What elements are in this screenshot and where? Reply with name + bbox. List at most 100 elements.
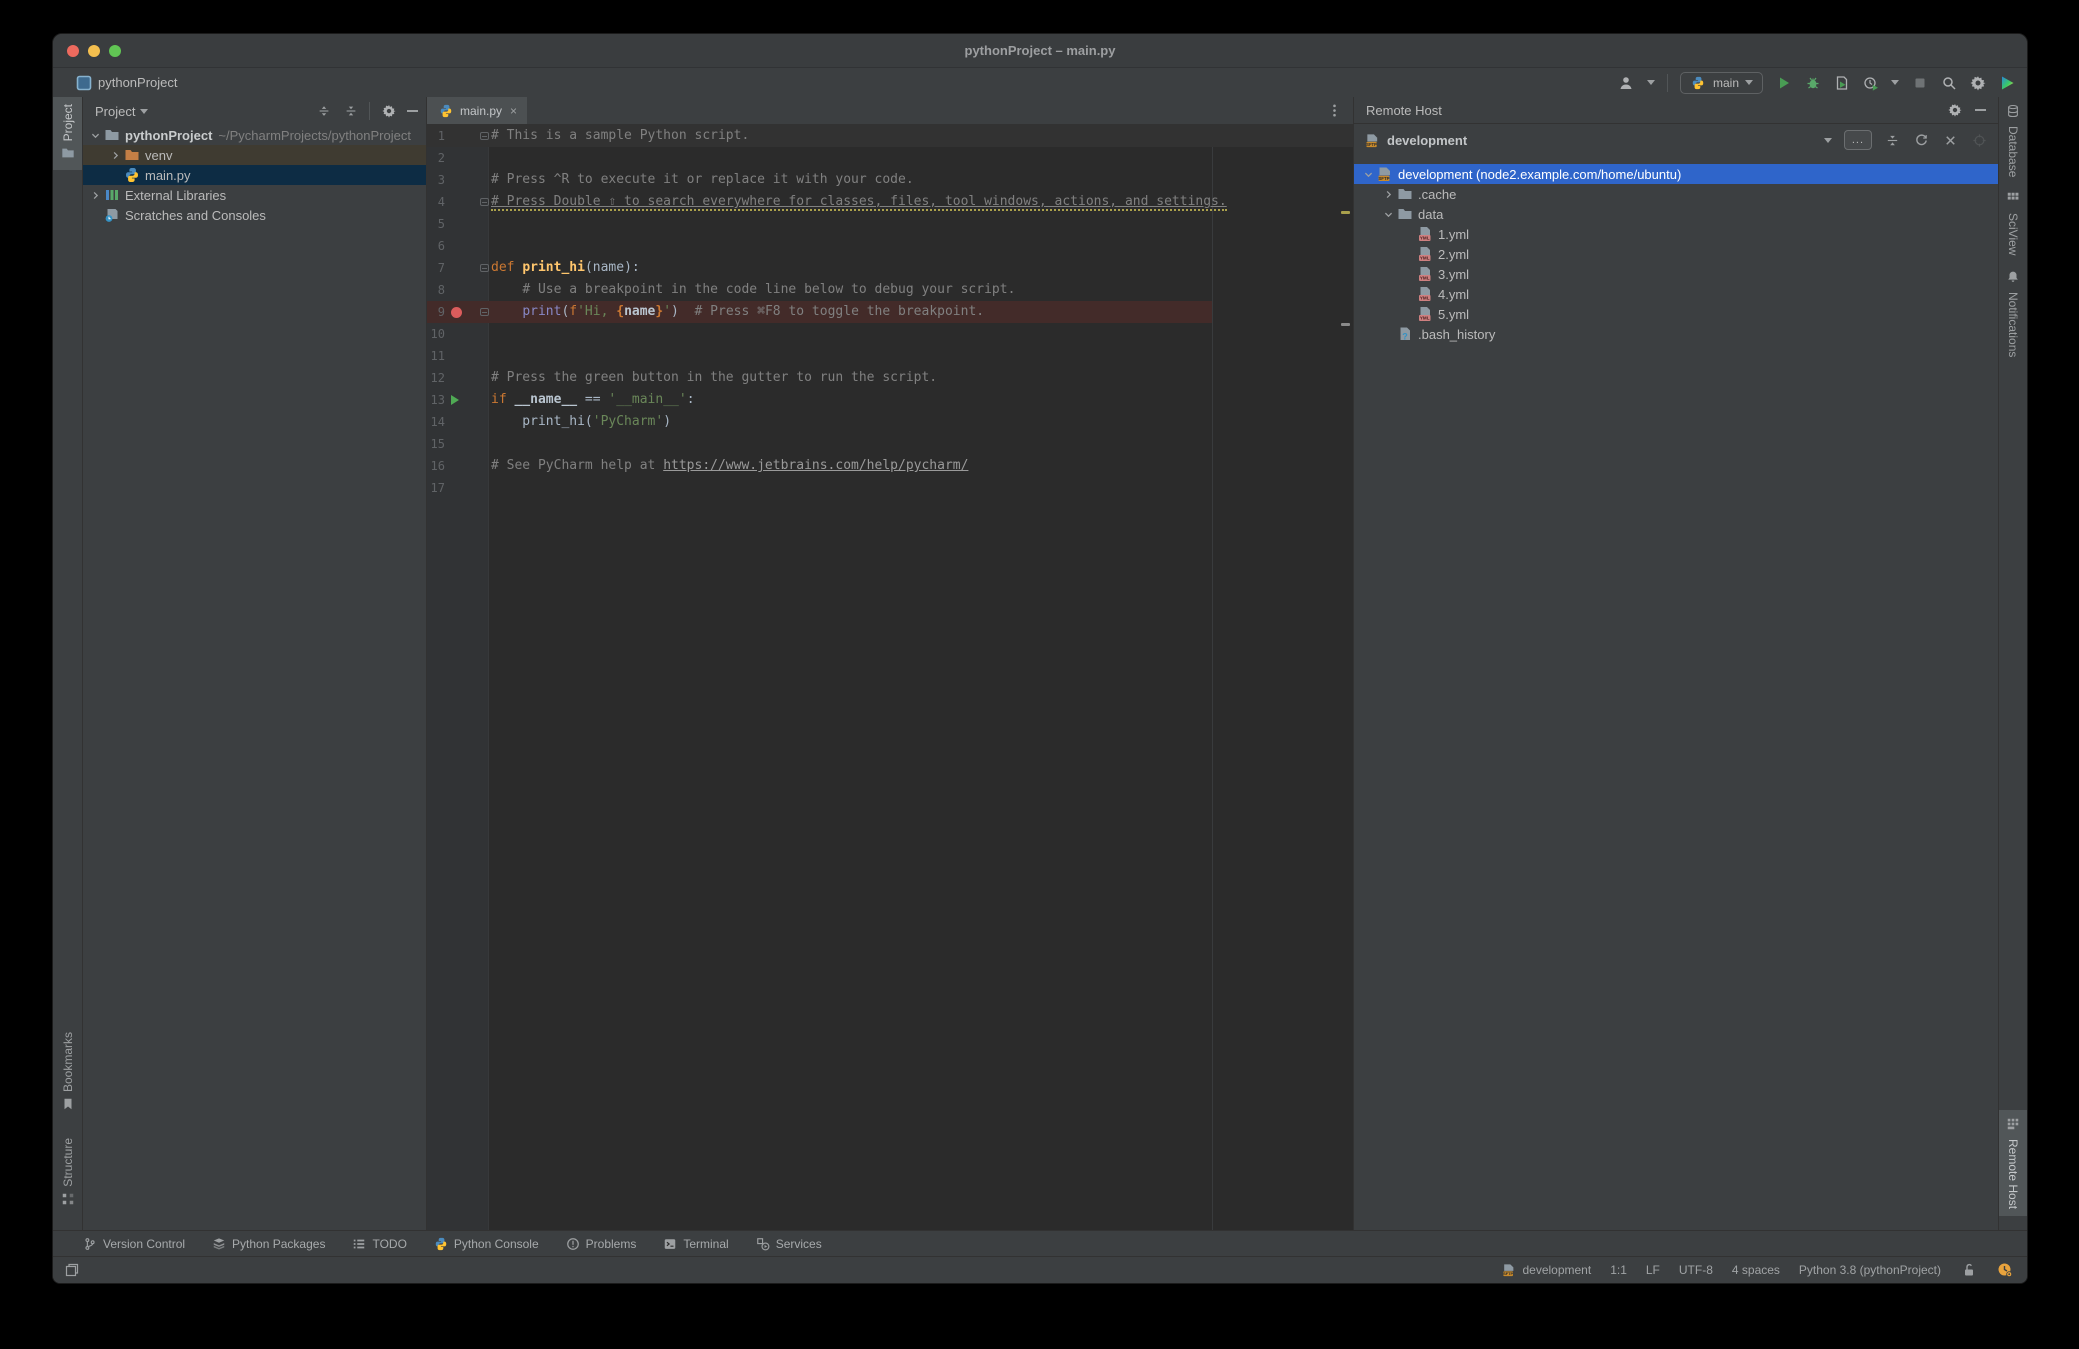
tree-row-external-libraries[interactable]: External Libraries: [83, 185, 426, 205]
tree-row-3-yml[interactable]: YML 3.yml: [1354, 264, 1998, 284]
toolwindow-stack-icon[interactable]: [63, 1262, 80, 1279]
line-number[interactable]: 17: [427, 477, 445, 499]
settings-gear-icon[interactable]: [1969, 74, 1986, 91]
chevron-right-icon[interactable]: [1380, 186, 1397, 202]
code-line-3[interactable]: 3 # Press ^R to execute it or replace it …: [427, 169, 1353, 191]
project-breadcrumb[interactable]: pythonProject: [75, 74, 178, 91]
profiler-dropdown-caret[interactable]: [1891, 80, 1899, 85]
run-button[interactable]: [1775, 74, 1792, 91]
toolwindow-tab-project[interactable]: Project: [53, 97, 82, 171]
tab-options-icon[interactable]: [1326, 102, 1343, 119]
tree-row-development-node2-example-com-home-ubuntu-[interactable]: SFTP development (node2.example.com/home/…: [1354, 164, 1998, 184]
line-number[interactable]: 2: [427, 147, 445, 169]
chevron-down-icon[interactable]: [1380, 206, 1397, 222]
line-number[interactable]: 9: [427, 301, 445, 323]
toolwindow-button-python-packages[interactable]: Python Packages: [212, 1237, 325, 1251]
code-line-13[interactable]: 13 if __name__ == '__main__':: [427, 389, 1353, 411]
toolwindow-tab-database[interactable]: Database: [1999, 97, 2027, 184]
line-number[interactable]: 6: [427, 235, 445, 257]
line-number[interactable]: 1: [427, 125, 445, 147]
code-line-16[interactable]: 16 # See PyCharm help at https://www.jetb…: [427, 455, 1353, 477]
toolwindow-tab-bookmarks[interactable]: Bookmarks: [53, 1025, 82, 1121]
line-number[interactable]: 11: [427, 345, 445, 367]
toolwindow-tab-sciview[interactable]: SciView: [1999, 184, 2027, 262]
search-everywhere-icon[interactable]: [1940, 74, 1957, 91]
code-line-12[interactable]: 12 # Press the green button in the gutter…: [427, 367, 1353, 389]
status-interpreter[interactable]: Python 3.8 (pythonProject): [1799, 1263, 1941, 1277]
chevron-down-icon[interactable]: [1360, 166, 1377, 182]
run-line-icon[interactable]: [451, 395, 459, 405]
toolwindow-button-python-console[interactable]: Python Console: [434, 1237, 539, 1251]
fold-marker-icon[interactable]: [480, 198, 489, 206]
tree-row-venv[interactable]: venv: [83, 145, 426, 165]
toolwindow-button-terminal[interactable]: Terminal: [663, 1237, 729, 1251]
status-line-ending[interactable]: LF: [1646, 1263, 1660, 1277]
user-account-icon[interactable]: [1618, 74, 1635, 91]
user-dropdown-caret[interactable]: [1646, 80, 1655, 85]
collapse-all-icon[interactable]: [342, 103, 359, 120]
code-editor[interactable]: 1 1 # This is a sample Python script.23 # …: [427, 125, 1353, 1230]
status-remote-host[interactable]: SFTP development: [1500, 1262, 1591, 1279]
tree-row-main-py[interactable]: main.py: [83, 165, 426, 185]
line-number[interactable]: 7: [427, 257, 445, 279]
code-line-11[interactable]: 11: [427, 345, 1353, 367]
code-line-15[interactable]: 15: [427, 433, 1353, 455]
expand-all-icon[interactable]: [315, 103, 332, 120]
tree-row-4-yml[interactable]: YML 4.yml: [1354, 284, 1998, 304]
tree-row-1-yml[interactable]: YML 1.yml: [1354, 224, 1998, 244]
code-line-4[interactable]: 4 # Press Double ⇧ to search everywhere f…: [427, 191, 1353, 213]
remote-server-select[interactable]: SFTP development: [1364, 132, 1467, 149]
line-number[interactable]: 12: [427, 367, 445, 389]
remote-collapse-all-icon[interactable]: [1884, 132, 1901, 149]
tree-row--cache[interactable]: .cache: [1354, 184, 1998, 204]
chevron-right-icon[interactable]: [107, 147, 124, 163]
close-tab-icon[interactable]: ×: [510, 104, 517, 118]
code-line-7[interactable]: 7 def print_hi(name):: [427, 257, 1353, 279]
tree-row-5-yml[interactable]: YML 5.yml: [1354, 304, 1998, 324]
tree-row--bash-history[interactable]: ? .bash_history: [1354, 324, 1998, 344]
line-number[interactable]: 13: [427, 389, 445, 411]
panel-settings-gear-icon[interactable]: [380, 103, 397, 120]
fold-marker-icon[interactable]: [480, 308, 489, 316]
line-number[interactable]: 15: [427, 433, 445, 455]
breakpoint-icon[interactable]: [451, 306, 462, 318]
line-number[interactable]: 10: [427, 323, 445, 345]
tree-row-2-yml[interactable]: YML 2.yml: [1354, 244, 1998, 264]
code-line-5[interactable]: 5: [427, 213, 1353, 235]
editor-tab-main-py[interactable]: main.py ×: [427, 97, 528, 124]
profiler-button[interactable]: [1862, 74, 1879, 91]
toolwindow-button-version-control[interactable]: Version Control: [83, 1237, 185, 1251]
line-number[interactable]: 16: [427, 455, 445, 477]
code-line-1[interactable]: 1 # This is a sample Python script.: [427, 125, 1353, 147]
code-line-17[interactable]: 17: [427, 477, 1353, 499]
fold-marker-icon[interactable]: [480, 132, 489, 140]
close-remote-icon[interactable]: [1942, 132, 1959, 149]
line-number[interactable]: 8: [427, 279, 445, 301]
close-window-button[interactable]: [67, 45, 79, 57]
status-indent[interactable]: 4 spaces: [1732, 1263, 1780, 1277]
toolwindow-button-services[interactable]: Services: [756, 1237, 822, 1251]
server-config-button[interactable]: ...: [1843, 130, 1872, 150]
hide-remote-panel-icon[interactable]: [1975, 109, 1986, 111]
toolwindow-tab-remote-host[interactable]: Remote Host: [1999, 1109, 2027, 1216]
code-line-9[interactable]: 9 print(f'Hi, {name}') # Press ⌘F8 to to…: [427, 301, 1212, 323]
code-line-6[interactable]: 6: [427, 235, 1353, 257]
line-number[interactable]: 5: [427, 213, 445, 235]
lock-icon[interactable]: [1960, 1262, 1977, 1279]
ide-gradient-icon[interactable]: [1998, 74, 2015, 91]
run-coverage-button[interactable]: [1833, 74, 1850, 91]
toolwindow-button-todo[interactable]: TODO: [352, 1237, 407, 1251]
minimize-window-button[interactable]: [88, 45, 100, 57]
code-line-10[interactable]: 10: [427, 323, 1353, 345]
chevron-down-icon[interactable]: [87, 127, 104, 143]
status-caret-position[interactable]: 1:1: [1610, 1263, 1627, 1277]
zoom-window-button[interactable]: [109, 45, 121, 57]
toolwindow-tab-notifications[interactable]: Notifications: [1999, 263, 2027, 364]
debug-button[interactable]: [1804, 74, 1821, 91]
line-number[interactable]: 14: [427, 411, 445, 433]
chevron-right-icon[interactable]: [87, 187, 104, 203]
server-dropdown-caret[interactable]: [1823, 137, 1832, 143]
traffic-lights[interactable]: [67, 45, 121, 57]
remote-settings-gear-icon[interactable]: [1946, 102, 1963, 119]
fold-marker-icon[interactable]: [480, 264, 489, 272]
